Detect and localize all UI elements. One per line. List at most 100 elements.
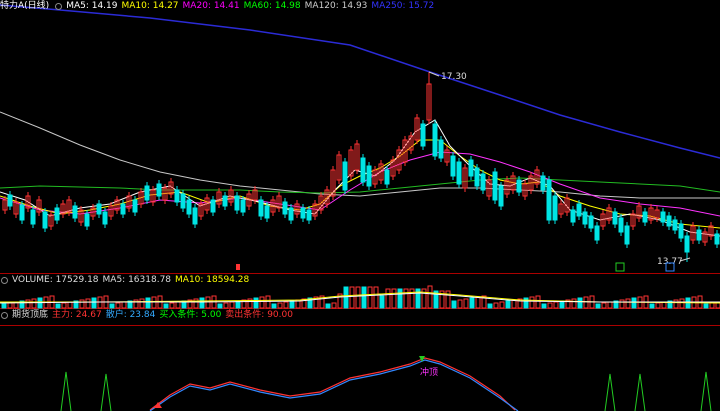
stock-title: 特力A(日线) bbox=[0, 1, 50, 11]
volume-bar-20 bbox=[121, 301, 127, 309]
candle-body-92 bbox=[552, 195, 558, 221]
volume-bar-38 bbox=[229, 301, 235, 309]
volume-bar-42 bbox=[253, 297, 259, 309]
candle-body-82 bbox=[492, 171, 498, 201]
candle-body-24 bbox=[144, 185, 150, 201]
candle-body-112 bbox=[672, 219, 678, 231]
volume-bar-44 bbox=[265, 295, 271, 309]
volume-bar-0 bbox=[1, 303, 7, 309]
candle-body-22 bbox=[132, 199, 138, 213]
volume-bar-34 bbox=[205, 296, 211, 309]
lower-indicator-3: 买入条件: 5.00 bbox=[159, 310, 222, 320]
volume-bar-96 bbox=[577, 297, 583, 309]
candle-body-96 bbox=[576, 203, 582, 217]
candle-body-76 bbox=[456, 161, 462, 185]
candle-body-83 bbox=[498, 185, 504, 207]
volume-indicator-0: VOLUME: 17529.18 bbox=[12, 275, 99, 285]
indicator-legend: 期货顶底 主力: 24.67 散户: 23.84 买入条件: 5.00 卖出条件: 90… bbox=[0, 309, 297, 322]
buy-spike-4 bbox=[700, 371, 712, 411]
candle-body-29 bbox=[174, 189, 180, 203]
volume-bar-84 bbox=[505, 300, 511, 309]
indicator-settings-icon[interactable] bbox=[1, 312, 8, 319]
lower-indicator-1: 主力: 24.67 bbox=[52, 310, 102, 320]
volume-bar-60 bbox=[361, 286, 367, 309]
volume-bar-93 bbox=[559, 300, 565, 309]
volume-bar-77 bbox=[463, 298, 469, 309]
volume-bar-13 bbox=[79, 299, 85, 309]
signal-marker-red bbox=[236, 264, 240, 270]
lower-indicator-0: 期货顶底 bbox=[12, 310, 49, 320]
candle-body-64 bbox=[384, 169, 390, 185]
ma5-line bbox=[0, 119, 720, 237]
candle-body-75 bbox=[450, 155, 456, 177]
volume-bar-67 bbox=[403, 288, 409, 309]
candle-body-51 bbox=[306, 209, 312, 221]
candle-body-102 bbox=[612, 211, 618, 225]
candle-body-111 bbox=[666, 215, 672, 227]
volume-bar-47 bbox=[283, 301, 289, 309]
volume-bar-78 bbox=[469, 297, 475, 309]
candle-body-107 bbox=[642, 211, 648, 223]
volume-bar-76 bbox=[457, 299, 463, 309]
volume-bar-62 bbox=[373, 286, 379, 309]
candle-body-90 bbox=[540, 175, 546, 191]
ma-indicator-4: MA120: 14.93 bbox=[304, 1, 368, 11]
volume-bar-85 bbox=[511, 299, 517, 309]
volume-bar-27 bbox=[163, 303, 169, 309]
volume-settings-icon[interactable] bbox=[1, 277, 8, 284]
candle-body-72 bbox=[432, 123, 438, 157]
ma-indicator-5: MA250: 15.72 bbox=[371, 1, 435, 11]
main-legend: 特力A(日线) MA5: 14.19 MA10: 14.27 MA20: 14.41… bbox=[0, 0, 438, 13]
candle-body-60 bbox=[360, 157, 366, 183]
volume-bar-4 bbox=[25, 299, 31, 309]
candle-body-39 bbox=[234, 195, 240, 211]
volume-bar-32 bbox=[193, 298, 199, 309]
candle-body-26 bbox=[156, 183, 162, 197]
volume-bar-79 bbox=[475, 296, 481, 309]
volume-indicator-1: MA5: 16318.78 bbox=[102, 275, 172, 285]
candle-body-1 bbox=[7, 194, 13, 207]
candle-body-5 bbox=[30, 209, 36, 225]
candle-body-99 bbox=[594, 225, 600, 241]
candle-body-12 bbox=[72, 205, 78, 219]
candle-body-95 bbox=[570, 209, 576, 223]
candle-body-86 bbox=[516, 179, 522, 193]
candle-body-79 bbox=[474, 167, 480, 187]
candle-body-43 bbox=[258, 199, 264, 217]
settings-icon[interactable] bbox=[55, 3, 63, 10]
lower-indicator-4: 卖出条件: 90.00 bbox=[225, 310, 293, 320]
candle-body-119 bbox=[714, 233, 720, 245]
volume-bar-99 bbox=[595, 303, 601, 309]
candle-body-9 bbox=[54, 207, 60, 221]
candle-body-114 bbox=[684, 235, 690, 253]
chart-canvas[interactable]: 17.30 13.77 冲顶 bbox=[0, 0, 720, 411]
ma-indicator-1: MA10: 14.27 bbox=[121, 1, 179, 11]
candle-body-61 bbox=[366, 165, 372, 187]
volume-bar-23 bbox=[139, 298, 145, 309]
volume-bar-1 bbox=[7, 302, 13, 309]
volume-bar-95 bbox=[571, 298, 577, 309]
ma120-line bbox=[0, 111, 720, 199]
volume-legend: VOLUME: 17529.18 MA5: 16318.78 MA10: 18594… bbox=[0, 274, 253, 287]
volume-bar-100 bbox=[601, 302, 607, 309]
candle-body-16 bbox=[96, 203, 102, 215]
volume-bar-108 bbox=[649, 303, 655, 309]
volume-bar-101 bbox=[607, 301, 613, 309]
candle-body-91 bbox=[546, 179, 552, 221]
candle-body-103 bbox=[618, 217, 624, 233]
candle-body-32 bbox=[192, 207, 198, 225]
volume-bar-9 bbox=[55, 303, 61, 309]
volume-bar-58 bbox=[349, 286, 355, 309]
volume-bar-48 bbox=[289, 300, 295, 309]
candle-body-37 bbox=[222, 195, 228, 207]
candle-body-31 bbox=[186, 199, 192, 215]
volume-bar-117 bbox=[703, 303, 709, 309]
volume-bar-66 bbox=[397, 288, 403, 309]
candle-body-78 bbox=[468, 159, 474, 177]
volume-bar-18 bbox=[109, 303, 115, 309]
volume-bar-33 bbox=[199, 297, 205, 309]
buy-spike-2 bbox=[604, 373, 616, 411]
volume-bar-97 bbox=[583, 296, 589, 309]
candle-body-47 bbox=[282, 201, 288, 215]
candle-body-104 bbox=[624, 225, 630, 245]
